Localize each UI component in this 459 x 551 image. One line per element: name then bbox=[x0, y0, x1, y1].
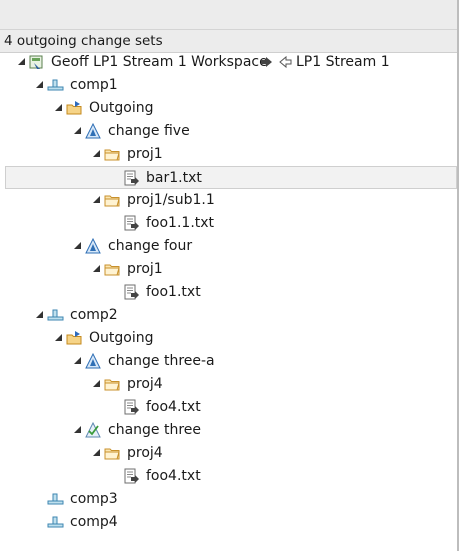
tree-item-label: proj4 bbox=[127, 445, 163, 461]
tree-row[interactable]: proj1/sub1.1 bbox=[0, 189, 457, 212]
tree-item-label: proj4 bbox=[127, 376, 163, 392]
expand-twisty-icon[interactable] bbox=[73, 356, 83, 366]
tree-row[interactable]: change five bbox=[0, 120, 457, 143]
expand-twisty-icon[interactable] bbox=[92, 379, 102, 389]
tree-row[interactable]: foo1.1.txt bbox=[0, 212, 457, 235]
tree-item-label: change three-a bbox=[108, 353, 215, 369]
change-set-complete-icon bbox=[85, 422, 101, 438]
tree-row[interactable]: comp4 bbox=[0, 511, 457, 534]
tree-item-label: comp3 bbox=[70, 491, 118, 507]
expand-twisty-icon[interactable] bbox=[35, 80, 45, 90]
tree-row[interactable]: foo4.txt bbox=[0, 465, 457, 488]
file-change-icon bbox=[124, 215, 139, 231]
expand-twisty-icon[interactable] bbox=[92, 448, 102, 458]
folder-icon bbox=[104, 264, 120, 276]
outgoing-folder-icon bbox=[66, 101, 82, 115]
tree-item-label: Geoff LP1 Stream 1 Workspace bbox=[51, 54, 268, 70]
tree-row[interactable]: comp3 bbox=[0, 488, 457, 511]
expand-twisty-icon[interactable] bbox=[92, 264, 102, 274]
tree-item-label: foo1.1.txt bbox=[146, 215, 215, 231]
tree-item-label: comp4 bbox=[70, 514, 118, 530]
outgoing-folder-icon bbox=[66, 331, 82, 345]
tree-row[interactable]: change four bbox=[0, 235, 457, 258]
expand-twisty-icon[interactable] bbox=[54, 333, 64, 343]
expand-twisty-icon[interactable] bbox=[73, 241, 83, 251]
tree-row[interactable]: bar1.txt bbox=[5, 166, 457, 189]
tree-row[interactable]: proj1 bbox=[0, 258, 457, 281]
expand-twisty-icon[interactable] bbox=[92, 149, 102, 159]
folder-icon bbox=[104, 195, 120, 207]
tree-row[interactable]: change three-a bbox=[0, 350, 457, 373]
expand-twisty-icon[interactable] bbox=[73, 126, 83, 136]
tree-item-label: proj1/sub1.1 bbox=[127, 192, 215, 208]
change-set-tree[interactable]: Geoff LP1 Stream 1 Workspace LP1 Stream 1… bbox=[0, 0, 459, 551]
expand-twisty-icon[interactable] bbox=[92, 195, 102, 205]
tree-row[interactable]: proj4 bbox=[0, 373, 457, 396]
change-set-icon bbox=[85, 238, 101, 254]
stream-label: LP1 Stream 1 bbox=[296, 54, 390, 70]
change-set-icon bbox=[85, 353, 101, 369]
tree-item-label: change four bbox=[108, 238, 193, 254]
tree-item-label: bar1.txt bbox=[146, 170, 202, 186]
expand-twisty-icon[interactable] bbox=[54, 103, 64, 113]
tree-item-label: Outgoing bbox=[89, 100, 154, 116]
component-icon bbox=[47, 309, 64, 321]
tree-item-label: foo4.txt bbox=[146, 399, 201, 415]
tree-row[interactable]: comp1 bbox=[0, 74, 457, 97]
folder-icon bbox=[104, 149, 120, 161]
tree-row[interactable]: foo1.txt bbox=[0, 281, 457, 304]
tree-item-label: proj1 bbox=[127, 146, 163, 162]
tree-row[interactable]: change three bbox=[0, 419, 457, 442]
tree-item-label: comp2 bbox=[70, 307, 118, 323]
expand-twisty-icon[interactable] bbox=[35, 310, 45, 320]
tree-item-label: proj1 bbox=[127, 261, 163, 277]
file-change-icon bbox=[124, 284, 139, 300]
tree-row[interactable]: Outgoing bbox=[0, 97, 457, 120]
workspace-icon bbox=[29, 55, 43, 69]
tree-item-label: comp1 bbox=[70, 77, 118, 93]
tree-row[interactable]: proj4 bbox=[0, 442, 457, 465]
file-change-icon bbox=[124, 468, 139, 484]
tree-item-label: foo4.txt bbox=[146, 468, 201, 484]
tree-row[interactable]: comp2 bbox=[0, 304, 457, 327]
component-icon bbox=[47, 79, 64, 91]
folder-icon bbox=[104, 379, 120, 391]
tree-item-label: change five bbox=[108, 123, 190, 139]
tree-row[interactable]: Geoff LP1 Stream 1 Workspace LP1 Stream 1 bbox=[0, 51, 457, 74]
folder-icon bbox=[104, 448, 120, 460]
tree-row[interactable]: proj1 bbox=[0, 143, 457, 166]
change-set-icon bbox=[85, 123, 101, 139]
expand-twisty-icon[interactable] bbox=[73, 425, 83, 435]
tree-item-label: change three bbox=[108, 422, 202, 438]
component-icon bbox=[47, 516, 64, 528]
tree-item-label: foo1.txt bbox=[146, 284, 201, 300]
expand-twisty-icon[interactable] bbox=[17, 57, 27, 67]
file-change-icon bbox=[124, 170, 139, 186]
tree-row[interactable]: foo4.txt bbox=[0, 396, 457, 419]
file-change-icon bbox=[124, 399, 139, 415]
tree-row[interactable]: Outgoing bbox=[0, 327, 457, 350]
stream-icon bbox=[279, 55, 292, 69]
tree-item-label: Outgoing bbox=[89, 330, 154, 346]
flow-arrow-icon bbox=[261, 57, 272, 67]
component-icon bbox=[47, 493, 64, 505]
